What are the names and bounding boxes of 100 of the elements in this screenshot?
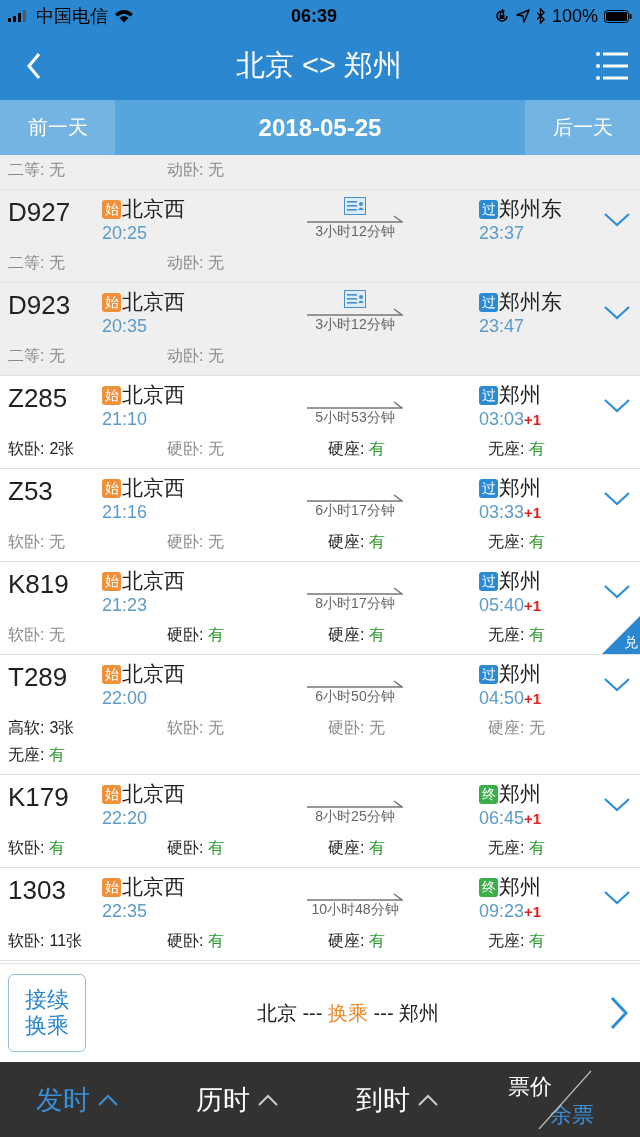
station-name: 郑州 — [499, 382, 541, 408]
seat-availability: 软卧: 有 — [8, 838, 67, 858]
seat-availability: 无座: 有 — [488, 931, 547, 951]
train-number: D923 — [8, 289, 72, 321]
caret-up-icon — [258, 1093, 278, 1106]
departure-time: 22:35 — [102, 901, 149, 922]
station-name: 郑州东 — [499, 196, 562, 222]
seat-availability: 硬座: 有 — [328, 439, 387, 459]
seat-availability: 硬卧: 无 — [167, 532, 226, 552]
arrival-time: 23:37 — [479, 223, 525, 244]
seat-availability: 硬卧: 有 — [167, 931, 226, 951]
destination-type-label: 终 — [479, 877, 498, 897]
seat-availability: 二等: 无 — [8, 253, 67, 273]
chevron-right-icon — [610, 996, 628, 1030]
seat-availability: 无座: 有 — [488, 439, 547, 459]
chevron-down-icon — [604, 306, 630, 320]
arrival-time: 06:45 — [479, 808, 525, 829]
departure-time: 21:23 — [102, 595, 149, 616]
train-row[interactable]: D923 始 北京西 20:35 3小时12分钟 过 郑州东 23:47 二等: 无 动卧: 无 — [0, 283, 640, 376]
seat-availability: 动卧: 无 — [167, 253, 226, 273]
travel-duration: 6小时50分钟 — [315, 688, 395, 706]
arrival-time: 09:23 — [479, 901, 525, 922]
departure-time: 21:16 — [102, 502, 149, 523]
station-name: 郑州 — [499, 781, 541, 807]
origin-type-label: 始 — [102, 571, 121, 591]
destination-type-label: 过 — [479, 199, 498, 219]
seat-availability: 硬座: 有 — [328, 931, 387, 951]
next-day-mark: +1 — [524, 810, 542, 827]
seat-availability: 动卧: 无 — [167, 346, 226, 366]
station-name: 郑州东 — [499, 289, 562, 315]
location-icon — [515, 9, 530, 23]
seat-availability: 软卧: 无 — [8, 532, 67, 552]
seat-availability: 硬座: 有 — [328, 625, 387, 645]
travel-duration: 5小时53分钟 — [315, 409, 395, 427]
destination-type-label: 过 — [479, 292, 498, 312]
sort-toggle-option[interactable]: 余票 — [550, 1100, 594, 1130]
chevron-down-icon — [604, 399, 630, 413]
transfer-button[interactable]: 接续换乘 — [8, 974, 86, 1052]
bluetooth-icon — [535, 8, 546, 24]
chevron-down-icon — [604, 585, 630, 599]
page-title: 北京 <> 郑州 — [236, 48, 402, 83]
station-name: 北京西 — [122, 781, 185, 807]
caret-up-icon — [418, 1093, 438, 1106]
seat-availability: 无座: 有 — [8, 745, 67, 765]
arrival-time: 03:33 — [479, 502, 525, 523]
route-text[interactable]: 北京 --- — [256, 1001, 328, 1024]
station-name: 北京西 — [122, 874, 185, 900]
seat-availability: 软卧: 无 — [167, 718, 226, 738]
sort-toggle-option[interactable]: 票价 — [508, 1072, 552, 1102]
sort-tab[interactable]: 发时 — [18, 1081, 178, 1118]
battery-percent: 100% — [551, 5, 598, 27]
arrival-time: 03:03 — [479, 409, 525, 430]
origin-type-label: 始 — [102, 292, 121, 312]
travel-duration: 10小时48分钟 — [311, 901, 399, 919]
seat-availability: 硬座: 有 — [328, 532, 387, 552]
seat-availability: 软卧: 2张 — [8, 439, 76, 459]
wifi-icon — [114, 9, 134, 23]
station-name: 北京西 — [122, 475, 185, 501]
station-name: 北京西 — [122, 289, 185, 315]
train-row[interactable]: D927 始 北京西 20:25 3小时12分钟 过 郑州东 23:37 二等: 无 动卧: 无 — [0, 190, 640, 283]
caret-up-icon — [98, 1093, 118, 1106]
arrival-time: 04:50 — [479, 688, 525, 709]
origin-type-label: 始 — [102, 784, 121, 804]
station-name: 北京西 — [122, 196, 185, 222]
train-number: D927 — [8, 196, 72, 228]
station-name: 北京西 — [122, 568, 185, 594]
seat-availability: 硬座: 无 — [488, 718, 547, 738]
train-number: K819 — [8, 568, 70, 600]
departure-time: 22:20 — [102, 808, 149, 829]
route-text[interactable]: --- 郑州 — [368, 1001, 440, 1024]
seat-availability: 硬座: 有 — [328, 838, 387, 858]
origin-type-label: 始 — [102, 478, 121, 498]
seat-availability: 硬卧: 有 — [167, 625, 226, 645]
battery-icon — [604, 9, 632, 23]
station-name: 郑州 — [499, 475, 541, 501]
back-icon — [26, 52, 42, 80]
seat-availability: 二等: 无 — [8, 160, 67, 180]
destination-type-label: 过 — [479, 571, 498, 591]
seat-availability: 无座: 有 — [488, 532, 547, 552]
sort-tab[interactable]: 到时 — [338, 1081, 498, 1118]
train-number: 1303 — [8, 874, 67, 906]
seat-availability: 无座: 有 — [488, 838, 547, 858]
sort-tab[interactable]: 历时 — [178, 1081, 338, 1118]
origin-type-label: 始 — [102, 385, 121, 405]
station-name: 郑州 — [499, 661, 541, 687]
station-name: 北京西 — [122, 382, 185, 408]
arrival-time: 05:40 — [479, 595, 525, 616]
destination-type-label: 过 — [479, 664, 498, 684]
chevron-down-icon — [604, 492, 630, 506]
train-number: K179 — [8, 781, 70, 813]
seat-availability: 高软: 3张 — [8, 718, 76, 738]
station-name: 郑州 — [499, 568, 541, 594]
next-day-mark: +1 — [524, 903, 542, 920]
train-number: T289 — [8, 661, 69, 693]
travel-duration: 3小时12分钟 — [315, 316, 395, 334]
origin-type-label: 始 — [102, 199, 121, 219]
chevron-down-icon — [604, 678, 630, 692]
departure-time: 20:35 — [102, 316, 149, 337]
destination-type-label: 终 — [479, 784, 498, 804]
corner-badge[interactable]: 兑 — [602, 616, 640, 654]
